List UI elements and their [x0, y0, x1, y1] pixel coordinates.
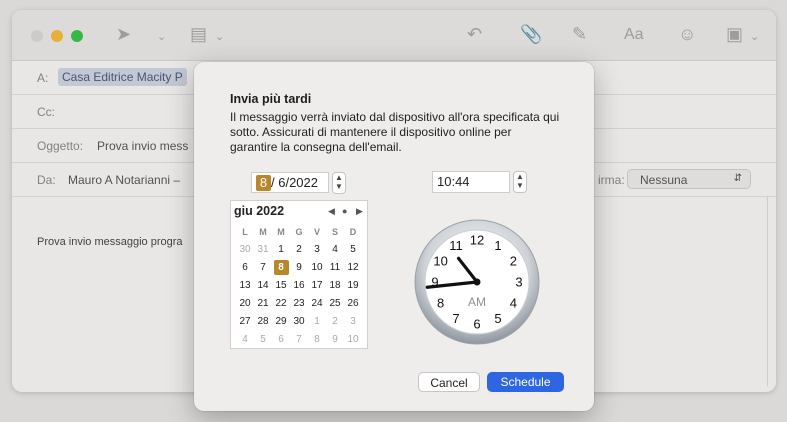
cancel-button[interactable]: Cancel: [418, 372, 480, 392]
calendar-day[interactable]: 28: [254, 313, 272, 331]
calendar-week-row: 20 21 22 23 24 25 26: [231, 295, 369, 313]
calendar-day[interactable]: 15: [272, 277, 290, 295]
calendar-day[interactable]: 2: [290, 241, 308, 259]
calendar-day[interactable]: 25: [326, 295, 344, 313]
calendar-day[interactable]: 24: [308, 295, 326, 313]
calendar-day[interactable]: 21: [254, 295, 272, 313]
calendar-day[interactable]: 17: [308, 277, 326, 295]
calendar-day[interactable]: 20: [236, 295, 254, 313]
analog-clock[interactable]: 12 1234567891011AM: [412, 217, 542, 347]
clock-number: 3: [515, 275, 522, 290]
clock-number: 10: [433, 254, 447, 269]
calendar-day[interactable]: 5: [254, 331, 272, 349]
calendar-week-row: 30 31 1 2 3 4 5: [231, 241, 369, 259]
date-day-segment[interactable]: 8: [256, 175, 271, 191]
calendar-day[interactable]: 30: [236, 241, 254, 259]
calendar-month-label: giu 2022: [234, 204, 285, 218]
clock-number: 4: [510, 296, 517, 311]
calendar-day[interactable]: 23: [290, 295, 308, 313]
schedule-button[interactable]: Schedule: [487, 372, 564, 392]
calendar-day[interactable]: 31: [254, 241, 272, 259]
calendar-day[interactable]: 4: [236, 331, 254, 349]
calendar-day[interactable]: 6: [236, 259, 254, 277]
clock-number: 1: [494, 238, 501, 253]
calendar-day[interactable]: 8: [308, 331, 326, 349]
previous-month-icon[interactable]: ◀: [328, 206, 335, 217]
calendar-grid: L M M G V S D 30 31 1 2 3 4 5 6 7 8 9 10 11 12 13 14 15 16 17 18 19…: [231, 223, 369, 349]
calendar-day[interactable]: 14: [254, 277, 272, 295]
clock-number: 8: [437, 296, 444, 311]
calendar-day[interactable]: 16: [290, 277, 308, 295]
calendar-day[interactable]: 3: [308, 241, 326, 259]
calendar-day-selected[interactable]: 8: [272, 259, 290, 277]
today-dot-icon[interactable]: ●: [342, 206, 347, 216]
calendar-weekday: G: [295, 227, 303, 237]
calendar-day[interactable]: 4: [326, 241, 344, 259]
dialog-title: Invia più tardi: [230, 92, 312, 106]
calendar-weekday: V: [313, 227, 320, 237]
clock-number: 5: [494, 311, 501, 326]
calendar-weekday: S: [331, 227, 338, 237]
date-rest-segment[interactable]: / 6/2022: [271, 175, 318, 191]
calendar-day[interactable]: 2: [326, 313, 344, 331]
send-later-dialog: Invia più tardi Il messaggio verrà invia…: [194, 62, 594, 411]
calendar-day[interactable]: 29: [272, 313, 290, 331]
calendar-day[interactable]: 1: [272, 241, 290, 259]
date-stepper[interactable]: ▲ ▼: [332, 172, 346, 194]
calendar-day[interactable]: 6: [272, 331, 290, 349]
calendar-day[interactable]: 13: [236, 277, 254, 295]
clock-center-pin: [473, 278, 481, 286]
calendar-weekday: L: [242, 227, 248, 237]
dialog-description: Il messaggio verrà inviato dal dispositi…: [230, 110, 560, 154]
calendar-day[interactable]: 9: [326, 331, 344, 349]
calendar-day[interactable]: 18: [326, 277, 344, 295]
time-stepper[interactable]: ▲ ▼: [513, 171, 527, 193]
clock-period-label: AM: [468, 295, 486, 309]
calendar-week-row: 27 28 29 30 1 2 3: [231, 313, 369, 331]
calendar-day[interactable]: 27: [236, 313, 254, 331]
calendar-weekday-row: LMMGVSD: [231, 223, 369, 241]
calendar-day[interactable]: 10: [308, 259, 326, 277]
calendar-day[interactable]: 1: [308, 313, 326, 331]
calendar-day[interactable]: 30: [290, 313, 308, 331]
calendar-day[interactable]: 3: [344, 313, 362, 331]
clock-number: 2: [510, 254, 517, 269]
calendar-weekday: M: [259, 227, 267, 237]
calendar-day[interactable]: 19: [344, 277, 362, 295]
calendar-day[interactable]: 26: [344, 295, 362, 313]
next-month-icon[interactable]: ▶: [356, 206, 363, 217]
calendar-day[interactable]: 11: [326, 259, 344, 277]
date-field[interactable]: 8 / 6/2022: [251, 172, 329, 193]
clock-number: 11: [449, 238, 463, 253]
calendar-day[interactable]: 7: [254, 259, 272, 277]
calendar-day[interactable]: 5: [344, 241, 362, 259]
calendar-day[interactable]: 12: [344, 259, 362, 277]
calendar-weekday: M: [277, 227, 285, 237]
calendar-week-row: 4 5 6 7 8 9 10: [231, 331, 369, 349]
calendar: giu 2022 ◀ ● ▶ L M M G V S D 30 31 1 2 3 4 5 6 7 8 9 10 11 1…: [230, 200, 368, 349]
calendar-day[interactable]: 9: [290, 259, 308, 277]
calendar-day[interactable]: 7: [290, 331, 308, 349]
calendar-weekday: D: [349, 227, 357, 237]
time-field[interactable]: 10:44: [432, 171, 510, 193]
clock-number: 6: [473, 317, 480, 332]
calendar-day[interactable]: 10: [344, 331, 362, 349]
calendar-week-row: 13 14 15 16 17 18 19: [231, 277, 369, 295]
clock-number: 7: [452, 311, 459, 326]
calendar-day[interactable]: 22: [272, 295, 290, 313]
clock-number: 12: [470, 233, 484, 248]
calendar-week-row: 6 7 8 9 10 11 12: [231, 259, 369, 277]
